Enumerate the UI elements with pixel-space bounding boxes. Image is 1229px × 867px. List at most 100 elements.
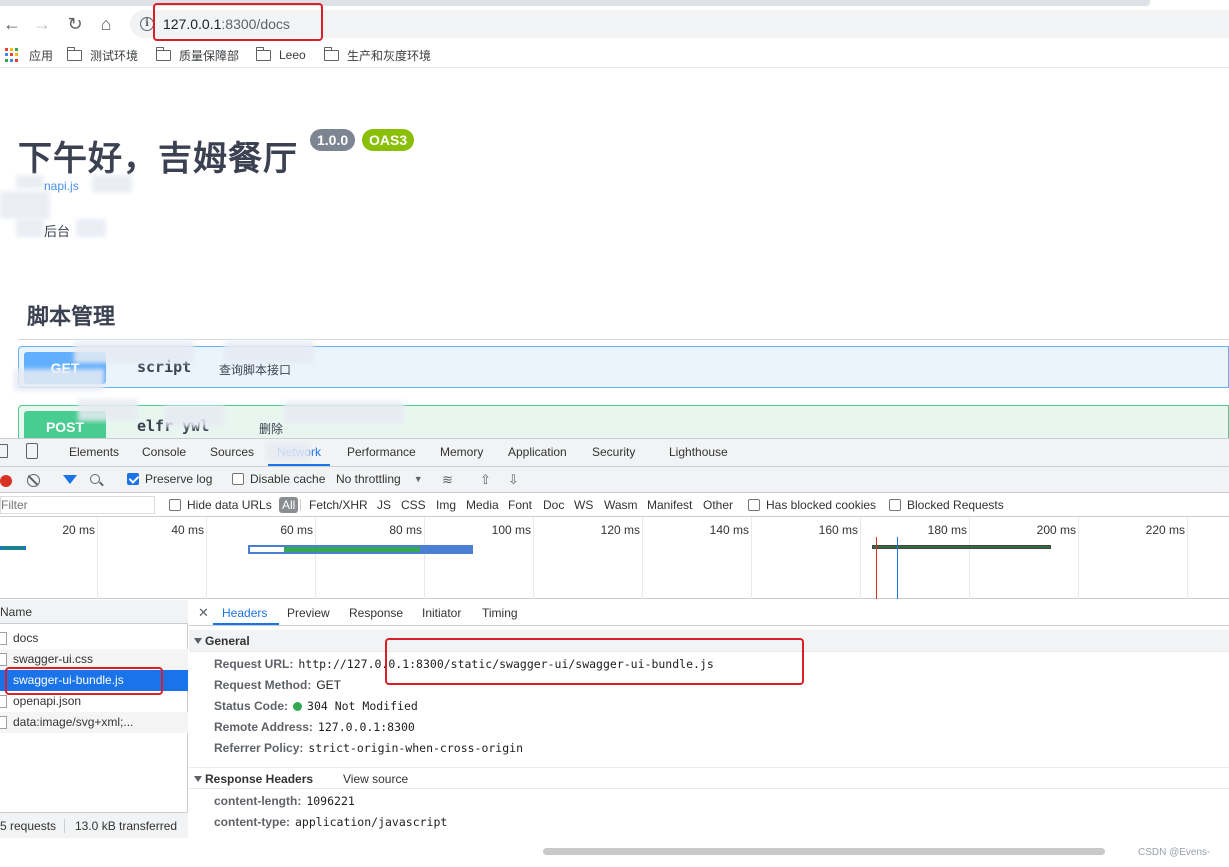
request-row[interactable]: docs — [0, 628, 188, 649]
header-value[interactable]: GET — [316, 678, 341, 692]
filter-type-other[interactable]: Other — [703, 498, 733, 512]
filter-type-css[interactable]: CSS — [401, 498, 426, 512]
header-value[interactable]: 304 Not Modified — [307, 699, 418, 713]
time-tick: 160 ms — [818, 523, 858, 537]
header-key: Status Code: — [214, 699, 289, 713]
bookmark-label: 质量保障部 — [179, 48, 240, 63]
filter-type-img[interactable]: Img — [436, 498, 456, 512]
has-blocked-cookies-checkbox[interactable]: Has blocked cookies — [748, 498, 876, 512]
time-tick: 80 ms — [389, 523, 422, 537]
image-file-icon — [0, 716, 7, 729]
version-badge: 1.0.0 — [310, 129, 356, 151]
filter-type-media[interactable]: Media — [466, 498, 499, 512]
header-value[interactable]: 127.0.0.1:8300 — [318, 720, 415, 734]
export-har-icon[interactable]: ⇩ — [508, 472, 519, 488]
tab-elements[interactable]: Elements — [69, 445, 119, 459]
tab-security[interactable]: Security — [592, 445, 635, 459]
header-key: Request Method: — [214, 678, 312, 692]
folder-icon — [156, 46, 171, 61]
header-value[interactable]: 1096221 — [306, 794, 354, 808]
redaction — [16, 219, 44, 237]
time-tick: 180 ms — [927, 523, 967, 537]
tab-preview[interactable]: Preview — [287, 606, 330, 620]
network-conditions-icon[interactable]: ≋ — [442, 472, 453, 488]
view-source-link[interactable]: View source — [343, 768, 408, 790]
bookmark-folder-qa[interactable]: 质量保障部 — [156, 46, 240, 63]
filter-type-ws[interactable]: WS — [574, 498, 593, 512]
tab-sources[interactable]: Sources — [210, 445, 254, 459]
tab-performance[interactable]: Performance — [347, 445, 416, 459]
preserve-log-checkbox[interactable]: Preserve log — [127, 472, 212, 486]
hide-data-urls-checkbox[interactable]: Hide data URLs — [169, 498, 272, 512]
file-icon — [0, 695, 7, 708]
throttling-select[interactable]: No throttling ▼ — [336, 472, 423, 486]
close-icon[interactable]: ✕ — [198, 605, 209, 621]
reload-icon[interactable]: ↻ — [63, 12, 87, 36]
search-icon[interactable] — [90, 474, 100, 484]
grid-line — [424, 517, 425, 599]
filter-type-all[interactable]: All — [279, 497, 299, 513]
timeline-bar — [872, 545, 1051, 549]
time-tick: 200 ms — [1036, 523, 1076, 537]
redaction — [284, 401, 404, 423]
filter-type-fetch-xhr[interactable]: Fetch/XHR — [309, 498, 368, 512]
bookmark-folder-leeo[interactable]: Leeo — [256, 46, 306, 63]
clear-icon[interactable] — [27, 474, 40, 487]
filter-type-font[interactable]: Font — [508, 498, 532, 512]
header-value[interactable]: strict-origin-when-cross-origin — [308, 741, 523, 755]
filter-type-wasm[interactable]: Wasm — [604, 498, 638, 512]
tab-initiator[interactable]: Initiator — [422, 606, 461, 620]
filter-type-doc[interactable]: Doc — [543, 498, 564, 512]
checkbox-unchecked-icon — [889, 499, 901, 511]
tab-application[interactable]: Application — [508, 445, 567, 459]
redaction — [74, 341, 194, 363]
operation-get[interactable]: GET script 查询脚本接口 — [18, 346, 1229, 388]
network-overview-timeline[interactable]: 20 ms 40 ms 60 ms 80 ms 100 ms 120 ms 14… — [0, 517, 1229, 599]
details-tab-bar: ✕ Headers Preview Response Initiator Tim… — [189, 600, 1229, 626]
import-har-icon[interactable]: ⇧ — [480, 472, 491, 488]
transferred-size: 13.0 kB transferred — [75, 819, 178, 833]
checkbox-checked-icon — [127, 473, 139, 485]
bookmark-folder-prod[interactable]: 生产和灰度环境 — [324, 46, 432, 63]
column-header-name[interactable]: Name — [0, 600, 188, 624]
site-info-icon[interactable]: i — [140, 17, 154, 31]
header-key: Request URL: — [214, 657, 294, 671]
back-arrow-icon[interactable]: ← — [0, 12, 24, 36]
blocked-requests-checkbox[interactable]: Blocked Requests — [889, 498, 1004, 512]
tab-memory[interactable]: Memory — [440, 445, 483, 459]
inspect-element-icon[interactable] — [0, 444, 8, 458]
tab-timing[interactable]: Timing — [482, 606, 518, 620]
filter-type-js[interactable]: JS — [377, 498, 391, 512]
filter-icon[interactable] — [63, 475, 77, 484]
checkbox-label: Disable cache — [250, 472, 326, 486]
redaction — [78, 399, 138, 421]
header-row-remote-address: Remote Address: 127.0.0.1:8300 — [214, 720, 415, 734]
bookmark-label: 生产和灰度环境 — [347, 48, 432, 63]
filter-type-manifest[interactable]: Manifest — [647, 498, 692, 512]
header-row-content-type: content-type: application/javascript — [214, 815, 447, 829]
bookmark-apps[interactable]: 应用 — [5, 47, 53, 63]
tab-console[interactable]: Console — [142, 445, 186, 459]
home-icon[interactable]: ⌂ — [94, 12, 118, 36]
tab-response[interactable]: Response — [349, 606, 403, 620]
tab-lighthouse[interactable]: Lighthouse — [669, 445, 728, 459]
forward-arrow-icon[interactable]: → — [30, 12, 54, 36]
grid-line — [751, 517, 752, 599]
openapi-link[interactable]: napi.js — [44, 179, 79, 193]
filter-input[interactable] — [0, 496, 155, 514]
bookmark-folder-test-env[interactable]: 测试环境 — [67, 46, 138, 63]
tab-headers[interactable]: Headers — [222, 606, 267, 620]
operation-summary: 查询脚本接口 — [219, 363, 292, 377]
header-value[interactable]: application/javascript — [295, 815, 447, 829]
redaction — [76, 219, 106, 237]
device-toolbar-icon[interactable] — [26, 443, 38, 459]
header-key: Referrer Policy: — [214, 741, 304, 755]
response-headers-section-header[interactable]: Response Headers View source — [189, 767, 1229, 789]
bookmark-label: Leeo — [279, 48, 306, 62]
horizontal-scrollbar[interactable] — [543, 848, 1105, 855]
record-icon[interactable] — [0, 475, 12, 487]
tag-section-title[interactable]: 脚本管理 — [27, 299, 115, 331]
request-row[interactable]: data:image/svg+xml;... — [0, 712, 188, 733]
disable-cache-checkbox[interactable]: Disable cache — [232, 472, 325, 486]
network-filter-bar: Hide data URLs All Fetch/XHR JS CSS Img … — [0, 493, 1229, 517]
